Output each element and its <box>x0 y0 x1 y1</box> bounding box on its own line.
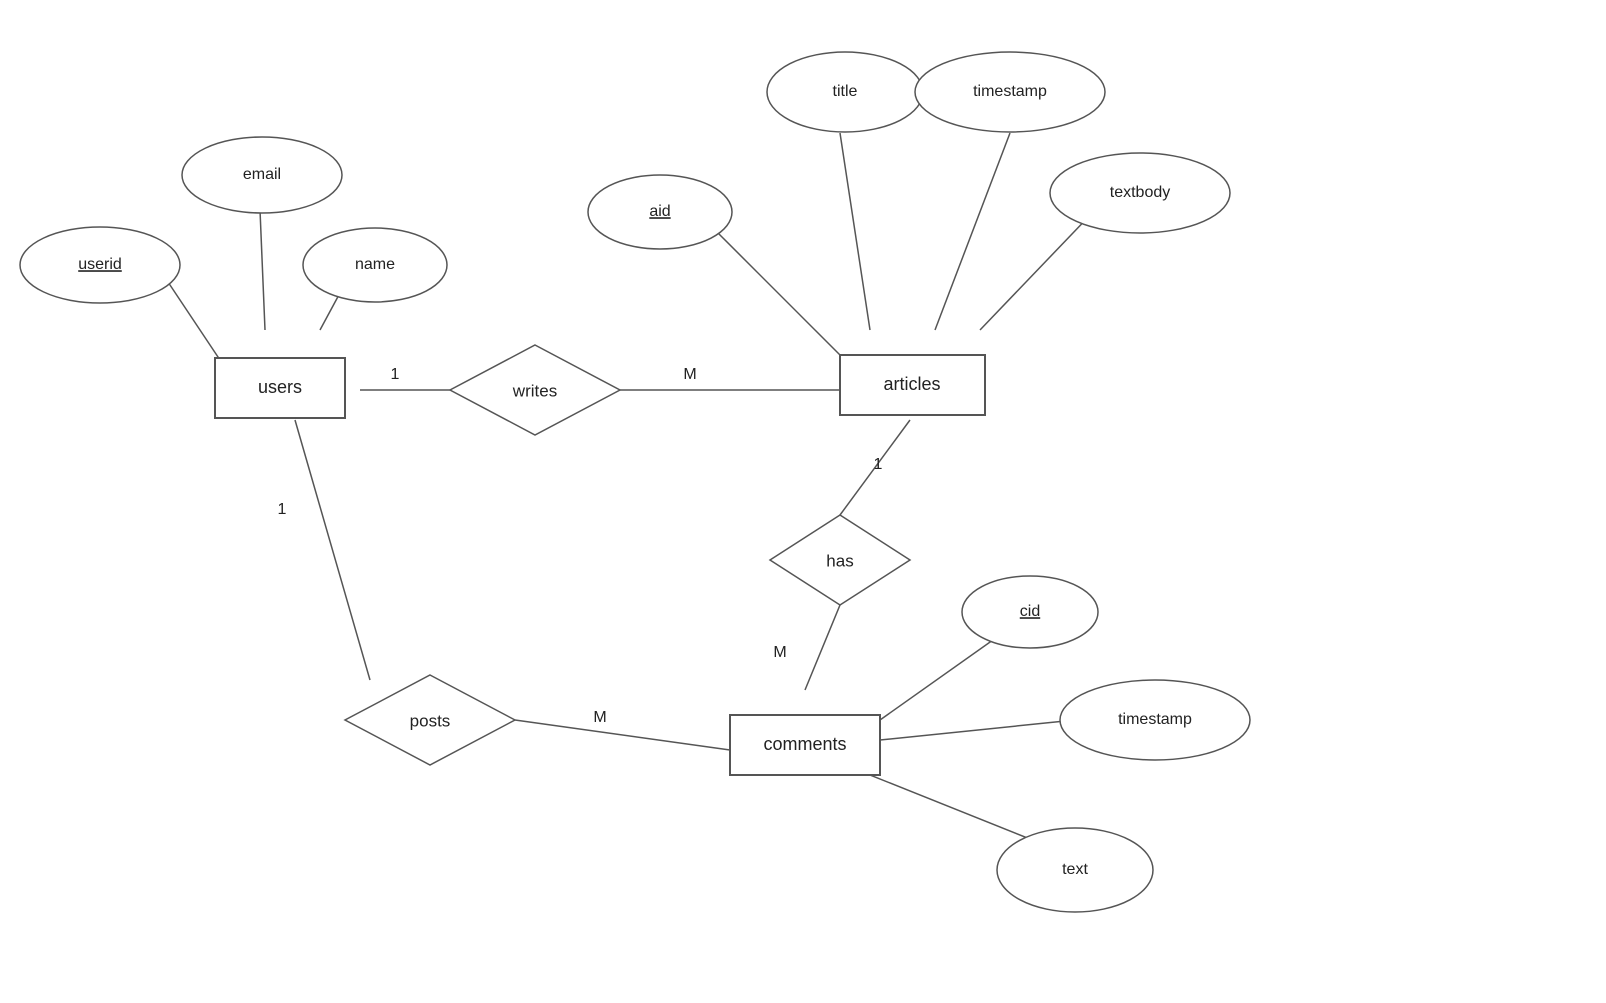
er-diagram: users articles comments userid email nam… <box>0 0 1606 998</box>
attr-title-label: title <box>833 83 858 100</box>
relationship-has-label: has <box>826 551 853 570</box>
cardinality-posts-m: M <box>593 709 606 726</box>
attr-userid-label: userid <box>78 256 122 273</box>
entity-users-label: users <box>258 377 302 397</box>
relationship-posts-label: posts <box>410 711 451 730</box>
cardinality-writes-1: 1 <box>391 366 400 383</box>
attr-text-label: text <box>1062 861 1088 878</box>
attr-cid-label: cid <box>1020 603 1040 620</box>
attr-timestamp-comments-label: timestamp <box>1118 711 1192 728</box>
entity-comments-label: comments <box>763 734 846 754</box>
attr-email-label: email <box>243 166 281 183</box>
cardinality-has-1: 1 <box>874 456 883 473</box>
entity-articles-label: articles <box>883 374 940 394</box>
cardinality-posts-1: 1 <box>278 501 287 518</box>
attr-textbody-label: textbody <box>1110 184 1170 201</box>
attr-aid-label: aid <box>649 203 670 220</box>
relationship-writes-label: writes <box>512 381 557 400</box>
cardinality-has-m: M <box>773 644 786 661</box>
cardinality-writes-m: M <box>683 366 696 383</box>
attr-name-label: name <box>355 256 395 273</box>
attr-timestamp-articles-label: timestamp <box>973 83 1047 100</box>
